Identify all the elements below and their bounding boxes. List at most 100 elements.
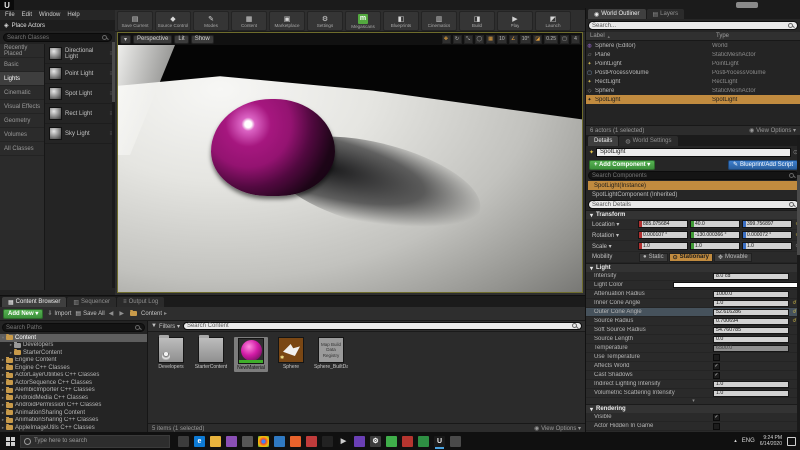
outliner-search-input[interactable]: Search... [588,21,798,30]
edge-icon[interactable]: e [194,435,205,447]
category-recently-placed[interactable]: Recently Placed [0,44,44,58]
tree-item[interactable]: ▸ AnimationSharing C++ Classes [0,416,147,425]
tab-output-log[interactable]: ≡ Output Log [117,297,165,307]
asset-developers-folder[interactable]: Developers [154,335,188,372]
settings-app-icon[interactable]: ⚙ [370,435,381,447]
use-temperature-checkbox[interactable] [713,353,720,361]
rotation-z-field[interactable]: 0.000072 ° [742,231,792,239]
tree-item-startercontent[interactable]: ▸ StarterContent [0,349,147,357]
play-button[interactable]: ▶ Play [497,11,533,31]
outliner-view-options-button[interactable]: ◉ View Options ▾ [749,127,796,134]
outliner-row-plane[interactable]: ▱ Plane StaticMeshActor [586,50,800,59]
rotation-snap-icon[interactable]: ∠ [508,34,518,44]
app-icon[interactable] [322,435,333,447]
list-item-rect-light[interactable]: Rect Light ≡ [45,104,115,124]
grid-snap-icon[interactable]: ▦ [486,34,496,44]
app-icon[interactable] [306,435,317,447]
scale-tool-icon[interactable]: ⤡ [463,34,473,44]
language-indicator[interactable]: ENG [742,438,755,444]
megascans-button[interactable]: m Megascans [345,11,381,31]
tree-item[interactable]: ▸ Engine Content [0,356,147,365]
app-icon[interactable] [450,435,461,447]
attenuation-radius-field[interactable]: 1000.0 [713,290,789,298]
search-paths-input[interactable]: Search Paths [2,323,145,332]
light-color-swatch[interactable] [673,282,800,288]
asset-sphere-builtdata[interactable]: Map Build Data Registry Sphere_BuiltData [314,337,348,372]
content-view-options-button[interactable]: ◉ View Options ▾ [534,425,581,432]
app-icon[interactable] [226,435,237,447]
filters-button[interactable]: ▼ Filters ▾ [151,323,180,330]
outliner-row-sphere[interactable]: ◇ Sphere StaticMeshActor [586,86,800,95]
show-button[interactable]: Show [190,34,214,44]
list-item-directional-light[interactable]: Directional Light ≡ [45,44,115,64]
category-volumes[interactable]: Volumes [0,128,44,142]
source-radius-field[interactable]: 0.700694 [713,317,789,325]
category-lights[interactable]: Lights [0,72,44,86]
viewport[interactable]: ▾ Perspective Lit Show ✥ ↻ ⤡ ◯ ▦ 10 ∠ 10… [117,32,583,293]
category-all-classes[interactable]: All Classes [0,142,44,156]
viewport-scene[interactable] [118,45,582,292]
file-explorer-icon[interactable] [210,435,221,447]
outliner-row-postprocessvolume[interactable]: ▢ PostProcessVolume PostProcessVolume [586,68,800,77]
tab-world-settings[interactable]: ◍ World Settings [619,136,678,146]
settings-button[interactable]: ⚙ Settings [307,11,343,31]
category-visual-effects[interactable]: Visual Effects [0,100,44,114]
viewport-options-button[interactable]: ▾ [120,34,132,44]
tree-item[interactable]: ▸ AndroidMedia C++ Classes [0,394,147,402]
mobility-movable-button[interactable]: ✥ Movable [714,252,752,262]
list-item-sky-light[interactable]: Sky Light ≡ [45,124,115,144]
modes-button[interactable]: ✎ Modes [193,11,229,31]
app-icon[interactable] [418,435,429,447]
taskbar-search-input[interactable]: Type here to search [20,434,170,448]
magenta-sphere[interactable] [211,99,335,196]
category-cinematic[interactable]: Cinematic [0,86,44,100]
section-light[interactable]: ▾ Light [586,263,800,272]
history-forward-button[interactable]: ▶ [119,310,126,317]
tab-layers[interactable]: ▤ Layers [646,9,685,19]
media-play-icon[interactable]: ▶ [338,435,349,447]
intensity-field[interactable]: 8.0 cd [713,272,789,280]
perspective-button[interactable]: Perspective [133,34,173,44]
rotation-snap-value[interactable]: 10° [519,34,532,44]
search-components-input[interactable]: Search Components [588,171,799,180]
list-item-point-light[interactable]: Point Light ≡ [45,64,115,84]
tree-item[interactable]: ▸ Engine C++ Classes [0,364,147,372]
app-icon[interactable] [274,435,285,447]
blueprints-button[interactable]: ◧ Blueprints [383,11,419,31]
inner-cone-angle-field[interactable]: 1.0 [713,299,789,307]
soft-source-radius-field[interactable]: 54.760785 [713,326,789,334]
component-spotlightcomponent[interactable]: SpotLightComponent (Inherited) [586,190,800,199]
section-transform[interactable]: ▾ Transform [586,210,800,219]
tab-sequencer[interactable]: ▥ Sequencer [67,297,117,307]
actor-name-input[interactable]: SpotLight [596,147,791,157]
rotation-x-field[interactable]: 0.000107 ° [638,231,688,239]
outliner-row-pointlight[interactable]: ✦ PointLight PointLight [586,59,800,68]
menu-help[interactable]: Help [67,12,79,18]
column-label[interactable]: Label ▲ [586,32,712,40]
task-view-icon[interactable] [178,435,189,447]
scale-snap-icon[interactable]: ◪ [533,34,543,44]
asset-newmaterial[interactable]: NewMaterial [234,337,268,372]
unreal-taskbar-icon[interactable]: U [434,435,445,447]
rotation-y-field[interactable]: -130.000366 ° [690,231,740,239]
scale-snap-value[interactable]: 0.25 [544,34,558,44]
source-control-button[interactable]: ◆ Source Control [155,11,191,31]
notification-center-icon[interactable] [787,436,796,446]
tree-item[interactable]: ▸ ActorSequence C++ Classes [0,379,147,387]
taskbar-clock[interactable]: 9:24 PM 6/14/2020 [760,435,782,448]
grid-snap-value[interactable]: 10 [497,34,507,44]
app-icon[interactable] [242,435,253,447]
tab-world-outliner[interactable]: ◉ World Outliner [588,9,646,19]
chrome-icon[interactable] [258,435,269,447]
outliner-row-rectlight[interactable]: ✦ RectLight RectLight [586,77,800,86]
search-content-input[interactable]: Search Content [182,322,582,330]
tray-chevron-icon[interactable]: ▴ [734,438,737,444]
camera-speed-value[interactable]: 4 [571,34,580,44]
affects-world-checkbox[interactable]: ✓ [713,362,720,370]
add-component-button[interactable]: + Add Component ▾ [589,159,656,170]
app-icon[interactable] [386,435,397,447]
app-icon[interactable] [402,435,413,447]
content-button[interactable]: ▦ Content [231,11,267,31]
tab-details[interactable]: Details [588,136,619,146]
camera-speed-icon[interactable]: ▢ [560,34,569,44]
